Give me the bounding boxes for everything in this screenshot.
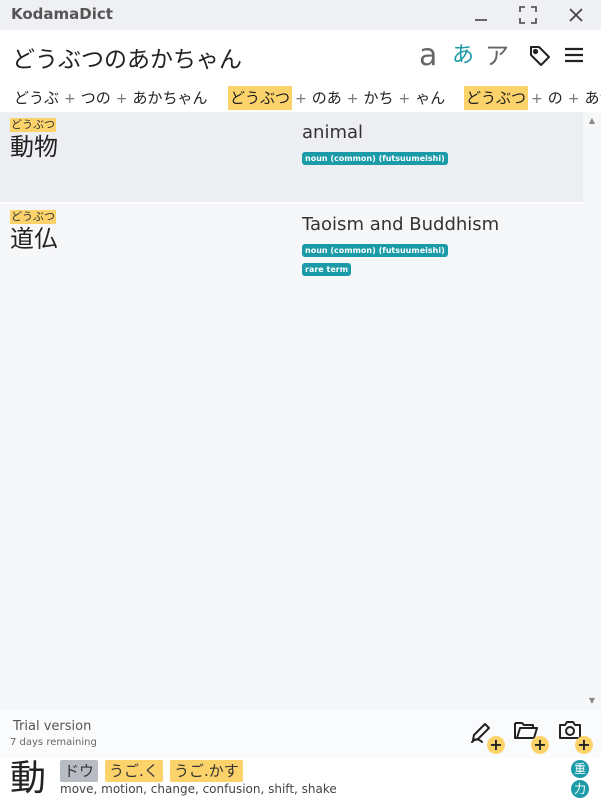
result-entry[interactable]: どうぶつ 動物 animal noun (common) (futsuumeis…	[0, 112, 583, 202]
entry-reading: どうぶつ	[10, 118, 56, 132]
handwriting-button[interactable]: +	[469, 718, 505, 754]
results-list: どうぶつ 動物 animal noun (common) (futsuumeis…	[0, 112, 583, 710]
scroll-down-icon[interactable]: ▼	[583, 694, 601, 708]
trial-remaining: 7 days remaining	[10, 737, 97, 748]
kanji-panel: 動 ドウ うご.く うご.かす move, motion, change, co…	[0, 758, 601, 800]
on-reading: ドウ	[60, 760, 99, 782]
segmentation-option[interactable]: どうぶ + つの + あかちゃん	[12, 86, 210, 110]
radical-badge[interactable]: 力	[571, 780, 589, 798]
katakana-mode-button[interactable]: ア	[485, 38, 509, 74]
plus-icon: +	[531, 736, 549, 754]
footer: Trial version 7 days remaining + + +	[0, 710, 601, 758]
segment: どうぶ	[14, 89, 60, 107]
segment: かち	[363, 89, 394, 107]
tag-icon	[530, 46, 550, 66]
result-entry[interactable]: どうぶつ 道仏 Taoism and Buddhism noun (common…	[0, 202, 583, 710]
tags-button[interactable]	[528, 44, 554, 70]
menu-icon	[565, 47, 583, 63]
segment: の	[547, 89, 563, 107]
entry-word: 道仏	[10, 225, 58, 253]
close-button[interactable]	[561, 2, 591, 28]
segment: ゃん	[415, 89, 446, 107]
open-file-button[interactable]: +	[513, 718, 549, 754]
kun-reading: うご.かす	[170, 760, 243, 782]
segment-highlighted: どうぶつ	[228, 86, 293, 110]
entry-reading: どうぶつ	[10, 210, 56, 224]
entry-gloss: animal	[302, 122, 364, 143]
segment-highlighted: どうぶつ	[464, 86, 529, 110]
app-title: KodamaDict	[11, 5, 113, 23]
camera-button[interactable]: +	[557, 718, 593, 754]
segmentation-option[interactable]: どうぶつ + のあ + かち + ゃん	[228, 86, 447, 110]
plus-icon: +	[487, 736, 505, 754]
pos-tag: noun (common) (futsuumeishi)	[302, 152, 448, 165]
kanji-character[interactable]: 動	[10, 758, 46, 800]
maximize-icon	[519, 6, 537, 24]
segmentation-option[interactable]: どうぶつ+の+あか	[464, 86, 601, 110]
segment: つの	[80, 89, 111, 107]
entry-gloss: Taoism and Buddhism	[302, 214, 500, 235]
plus-icon: +	[575, 736, 593, 754]
segment: あかちゃん	[132, 89, 208, 107]
segment: のあ	[311, 89, 342, 107]
pos-tag: noun (common) (futsuumeishi)	[302, 244, 448, 257]
hiragana-mode-button[interactable]: あ	[452, 38, 474, 74]
romaji-mode-button[interactable]: a	[419, 38, 437, 74]
maximize-button[interactable]	[513, 2, 543, 28]
search-input[interactable]	[12, 42, 402, 72]
menu-button[interactable]	[563, 44, 587, 70]
minimize-button[interactable]	[466, 2, 496, 28]
segmentation-bar: どうぶ+つの+あかちゃん どうぶつ+のあ+かち+ゃん どうぶつ+の+あか	[0, 84, 601, 112]
usage-tag: rare term	[302, 263, 352, 276]
kanji-meanings: move, motion, change, confusion, shift, …	[60, 782, 337, 796]
kun-reading: うご.く	[105, 760, 163, 782]
title-bar: KodamaDict	[0, 0, 601, 30]
trial-label: Trial version	[13, 719, 92, 734]
results-scrollbar[interactable]: ▲ ▼	[583, 112, 601, 710]
scroll-up-icon[interactable]: ▲	[583, 114, 601, 128]
entry-word: 動物	[10, 133, 58, 161]
minimize-icon	[475, 19, 487, 21]
search-bar: a あ ア	[0, 30, 601, 84]
segment: あか	[584, 89, 601, 107]
radical-badge[interactable]: 重	[571, 760, 589, 778]
close-icon	[569, 8, 583, 22]
